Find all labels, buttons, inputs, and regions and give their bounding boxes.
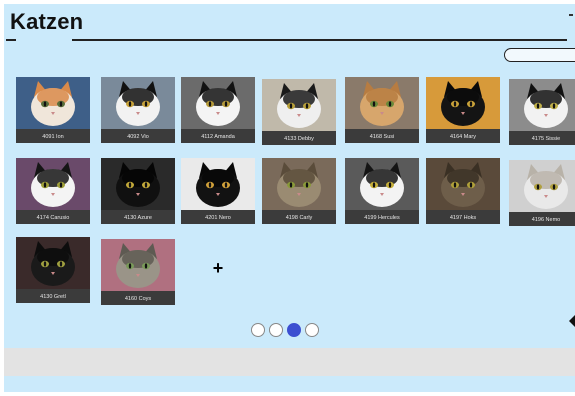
page-title: Katzen: [10, 9, 84, 34]
cat-face-icon: [262, 79, 336, 131]
cat-card[interactable]: 4091 Ion: [16, 77, 90, 143]
cat-face-icon: [16, 237, 90, 289]
cat-photo: [181, 158, 255, 210]
cat-card[interactable]: 4130 Gretl: [16, 237, 90, 303]
cat-caption: 4160 Coys: [124, 296, 152, 302]
title-divider-left: [6, 39, 16, 41]
cat-caption: 4092 Vio: [127, 134, 149, 140]
cat-photo: [262, 79, 336, 131]
cat-card[interactable]: 4198 Carly: [262, 158, 336, 224]
cat-photo: [101, 77, 175, 129]
cat-photo: [101, 239, 175, 291]
cat-face-icon: [101, 239, 175, 291]
cat-face-icon: [101, 158, 175, 210]
cat-photo: [509, 160, 575, 212]
cat-card[interactable]: 4175 Sissie: [509, 79, 575, 145]
cat-photo: [262, 158, 336, 210]
cat-caption: 4164 Mary: [450, 134, 476, 140]
page-dot-4[interactable]: [305, 323, 319, 337]
search-input[interactable]: [504, 48, 575, 62]
cat-caption: 4174 Carusio: [36, 215, 70, 221]
cat-caption: 4091 Ion: [42, 134, 64, 140]
cat-caption: 4197 Hoks: [449, 215, 477, 221]
cat-caption: 4130 Gretl: [40, 294, 66, 300]
cat-card[interactable]: 4197 Hoks: [426, 158, 500, 224]
cat-photo: [16, 77, 90, 129]
title-divider: [72, 39, 567, 41]
cat-caption: 4130 Azure: [124, 215, 152, 221]
cat-face-icon: [509, 79, 575, 131]
app-window: Katzen 4091 Ion 4092 Vio 4112 Amanda 4133 D…: [4, 4, 575, 392]
cat-card[interactable]: 4133 Debby: [262, 79, 336, 145]
cat-card[interactable]: 4174 Carusio: [16, 158, 90, 224]
cat-card[interactable]: 4196 Nemo: [509, 160, 575, 226]
cat-caption: 4168 Susi: [369, 134, 395, 140]
cat-caption: 4199 Hercules: [364, 215, 400, 221]
cat-photo: [181, 77, 255, 129]
cat-face-icon: [426, 158, 500, 210]
cat-photo: [345, 158, 419, 210]
cat-face-icon: [181, 77, 255, 129]
cat-face-icon: [262, 158, 336, 210]
cat-card[interactable]: 4201 Nero: [181, 158, 255, 224]
cat-caption: 4196 Nemo: [531, 217, 561, 223]
cat-face-icon: [509, 160, 575, 212]
cat-caption: 4201 Nero: [205, 215, 231, 221]
page-indicator: [251, 323, 319, 337]
cat-card[interactable]: 4112 Amanda: [181, 77, 255, 143]
cat-face-icon: [16, 158, 90, 210]
cat-face-icon: [16, 77, 90, 129]
cat-face-icon: [101, 77, 175, 129]
cat-photo: [345, 77, 419, 129]
cat-photo: [426, 77, 500, 129]
cat-photo: [16, 237, 90, 289]
cat-photo: [16, 158, 90, 210]
cat-caption: 4198 Carly: [285, 215, 313, 221]
cat-face-icon: [181, 158, 255, 210]
cat-card[interactable]: 4168 Susi: [345, 77, 419, 143]
cat-caption: 4133 Debby: [284, 136, 314, 142]
page-dot-3[interactable]: [287, 323, 301, 337]
cat-card[interactable]: 4092 Vio: [101, 77, 175, 143]
add-cat-button[interactable]: +: [210, 259, 226, 277]
page-dot-1[interactable]: [251, 323, 265, 337]
cat-face-icon: [426, 77, 500, 129]
window-minimize-mark: [569, 14, 573, 16]
cat-card[interactable]: 4164 Mary: [426, 77, 500, 143]
cat-card[interactable]: 4160 Coys: [101, 239, 175, 305]
page-dot-2[interactable]: [269, 323, 283, 337]
cat-photo: [426, 158, 500, 210]
cat-photo: [101, 158, 175, 210]
cat-card[interactable]: 4130 Azure: [101, 158, 175, 224]
cat-caption: 4112 Amanda: [201, 134, 235, 140]
cat-caption: 4175 Sissie: [531, 136, 561, 142]
cat-card[interactable]: 4199 Hercules: [345, 158, 419, 224]
cat-photo: [509, 79, 575, 131]
footer-bar: [4, 348, 575, 376]
cat-face-icon: [345, 77, 419, 129]
cat-face-icon: [345, 158, 419, 210]
scroll-left-arrow-icon[interactable]: [569, 315, 575, 327]
